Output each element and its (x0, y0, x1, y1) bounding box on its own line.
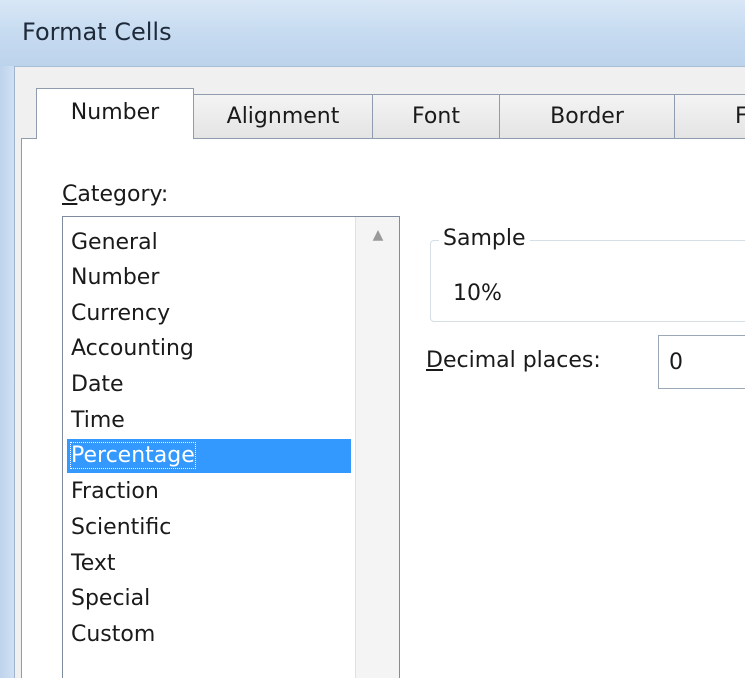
tab-font[interactable]: Font (372, 94, 500, 138)
dialog-title: Format Cells (22, 18, 172, 46)
list-item-special[interactable]: Special (67, 582, 351, 616)
tab-number[interactable]: Number (36, 88, 194, 139)
scroll-up-arrow-icon[interactable]: ▲ (356, 217, 399, 253)
tab-fill-label: F (735, 104, 745, 129)
format-cells-dialog: Format Cells Number Alignment Font Borde… (0, 0, 745, 678)
tab-border[interactable]: Border (499, 94, 675, 138)
list-item-currency[interactable]: Currency (67, 297, 351, 331)
list-item-scientific[interactable]: Scientific (67, 511, 351, 545)
tab-font-label: Font (412, 104, 460, 129)
list-item-text[interactable]: Text (67, 547, 351, 581)
category-listbox[interactable]: General Number Currency Accounting Date … (62, 216, 400, 678)
sample-value: 10% (453, 281, 502, 306)
tab-alignment-label: Alignment (226, 104, 340, 129)
tab-fill[interactable]: F (674, 94, 745, 138)
sample-groupbox: Sample 10% (430, 226, 745, 322)
list-item-fraction[interactable]: Fraction (67, 475, 351, 509)
list-item-time[interactable]: Time (67, 404, 351, 438)
decimal-places-label: Decimal places: (426, 348, 601, 373)
tab-alignment[interactable]: Alignment (193, 94, 373, 138)
list-item-accounting[interactable]: Accounting (67, 332, 351, 366)
title-bar[interactable]: Format Cells (0, 0, 745, 67)
tab-border-label: Border (550, 104, 624, 129)
window-frame-left (0, 66, 15, 678)
list-item-percentage[interactable]: Percentage (67, 439, 351, 473)
list-item-date[interactable]: Date (67, 368, 351, 402)
sample-legend: Sample (439, 226, 530, 251)
tab-number-label: Number (70, 100, 160, 125)
list-item-custom[interactable]: Custom (67, 618, 351, 652)
category-label: Category: (62, 182, 169, 207)
list-item-number[interactable]: Number (67, 261, 351, 295)
decimal-places-input[interactable] (658, 335, 745, 389)
category-scrollbar[interactable]: ▲ (355, 217, 399, 678)
list-item-general[interactable]: General (67, 226, 351, 260)
